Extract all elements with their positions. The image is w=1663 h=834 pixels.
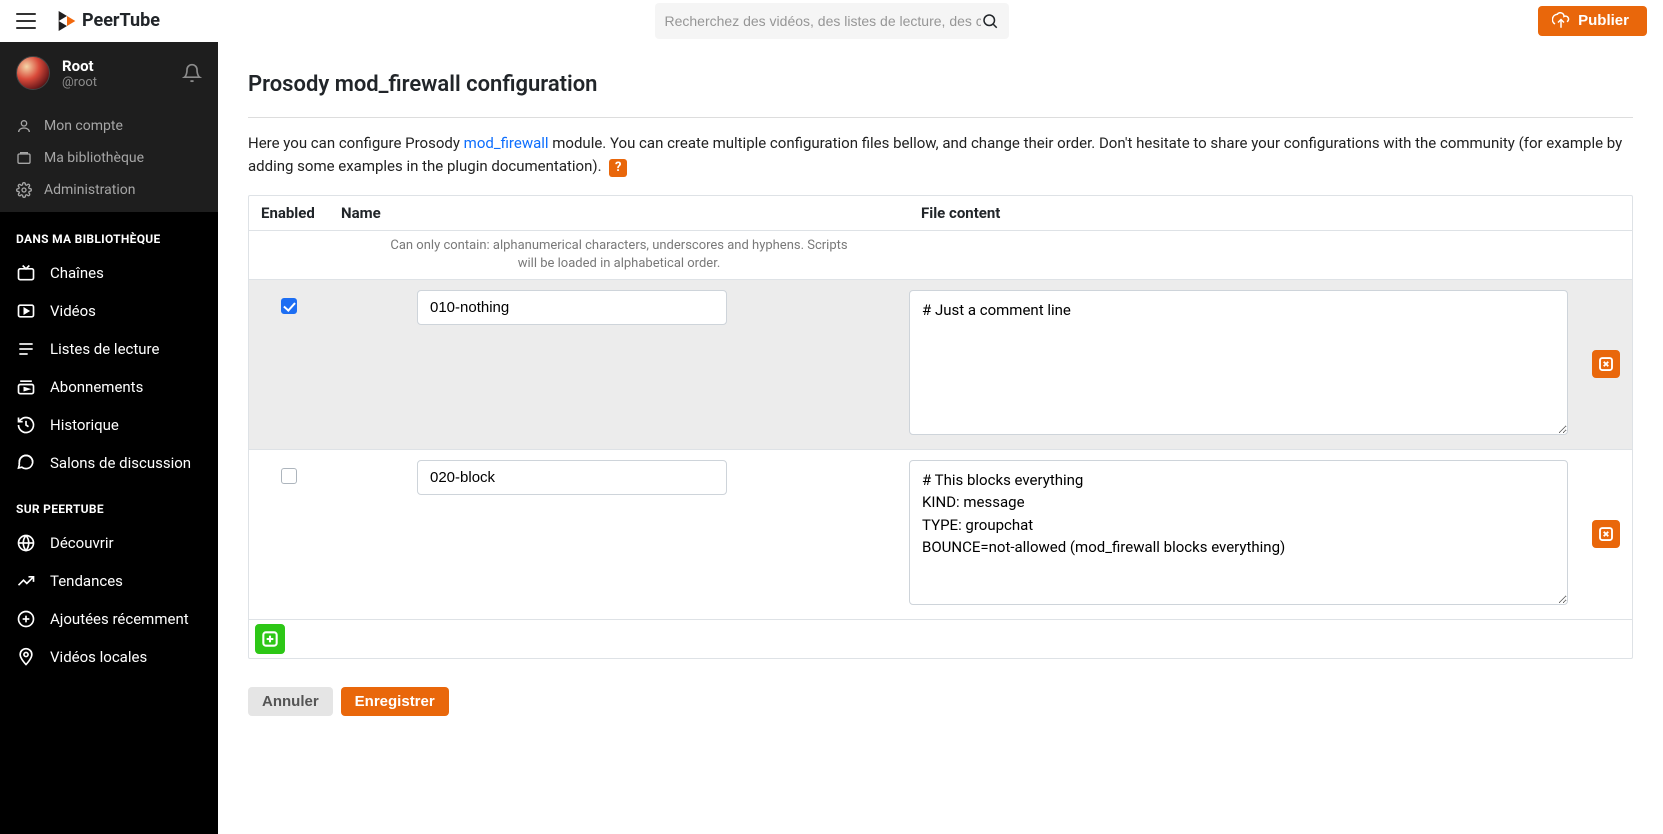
sidebar-item-label: Abonnements [50, 378, 143, 396]
bell-icon[interactable] [182, 63, 202, 83]
avatar [16, 56, 50, 90]
content-textarea[interactable] [909, 290, 1568, 435]
add-row-button[interactable] [255, 624, 285, 654]
sidebar-item-label: Administration [44, 182, 135, 198]
col-header-content: File content [909, 196, 1580, 230]
table-row [249, 450, 1632, 620]
publish-button[interactable]: Publier [1538, 6, 1647, 36]
user-text: Root @root [62, 57, 170, 90]
sidebar-item-videos[interactable]: Vidéos [0, 292, 218, 330]
sidebar-item-trending[interactable]: Tendances [0, 562, 218, 600]
account-menu: Mon compte Ma bibliothèque Administratio… [0, 104, 218, 212]
content-textarea[interactable] [909, 460, 1568, 605]
sidebar-item-label: Ma bibliothèque [44, 150, 144, 166]
name-input[interactable] [417, 460, 727, 495]
plus-icon [260, 629, 280, 649]
intro-text: Here you can configure Prosody mod_firew… [248, 132, 1633, 179]
user-handle: @root [62, 75, 170, 90]
sidebar-item-label: Chaînes [50, 264, 104, 282]
table-row [249, 280, 1632, 450]
mod-firewall-link[interactable]: mod_firewall [464, 134, 549, 152]
close-icon [1597, 525, 1615, 543]
sidebar-item-discover[interactable]: Découvrir [0, 524, 218, 562]
sidebar-item-admin[interactable]: Administration [0, 174, 218, 206]
save-button[interactable]: Enregistrer [341, 687, 449, 716]
history-icon [16, 415, 36, 435]
brand-name: PeerTube [82, 10, 160, 31]
sidebar-item-history[interactable]: Historique [0, 406, 218, 444]
search-box [655, 3, 1009, 39]
search-input[interactable] [665, 13, 981, 29]
sidebar-item-label: Mon compte [44, 118, 123, 134]
sidebar-item-account[interactable]: Mon compte [0, 110, 218, 142]
sidebar-item-label: Listes de lecture [50, 340, 159, 358]
gear-icon [16, 182, 32, 198]
sidebar-item-label: Salons de discussion [50, 454, 191, 472]
subscriptions-icon [16, 377, 36, 397]
sidebar-section-title: DANS MA BIBLIOTHÈQUE [0, 212, 218, 254]
cancel-button[interactable]: Annuler [248, 687, 333, 716]
user-name: Root [62, 57, 170, 75]
help-icon[interactable]: ? [609, 159, 627, 177]
main-content: Prosody mod_firewall configuration Here … [218, 42, 1663, 834]
logo-icon [58, 11, 76, 31]
form-actions: Annuler Enregistrer [248, 687, 1633, 716]
trending-icon [16, 571, 36, 591]
pin-icon [16, 647, 36, 667]
intro-before: Here you can configure Prosody [248, 134, 464, 152]
sidebar-section-title: SUR PEERTUBE [0, 482, 218, 524]
sidebar-item-subscriptions[interactable]: Abonnements [0, 368, 218, 406]
library-icon [16, 150, 32, 166]
close-icon [1597, 355, 1615, 373]
sidebar-item-library[interactable]: Ma bibliothèque [0, 142, 218, 174]
delete-row-button[interactable] [1592, 520, 1620, 548]
delete-row-button[interactable] [1592, 350, 1620, 378]
playlist-icon [16, 339, 36, 359]
page-title: Prosody mod_firewall configuration [248, 72, 1633, 97]
sidebar: Root @root Mon compte Ma bibliothèque Ad… [0, 42, 218, 834]
sidebar-item-label: Vidéos [50, 302, 96, 320]
logo[interactable]: PeerTube [58, 10, 160, 31]
table-header: Enabled Name File content [249, 196, 1632, 231]
col-header-enabled: Enabled [249, 196, 329, 230]
sidebar-item-label: Tendances [50, 572, 123, 590]
hamburger-icon[interactable] [16, 11, 36, 31]
sidebar-item-label: Vidéos locales [50, 648, 147, 666]
divider [248, 117, 1633, 118]
sidebar-item-chatrooms[interactable]: Salons de discussion [0, 444, 218, 482]
sidebar-item-local[interactable]: Vidéos locales [0, 638, 218, 676]
config-table: Enabled Name File content Can only conta… [248, 195, 1633, 659]
user-block[interactable]: Root @root [0, 42, 218, 104]
col-header-name: Name [329, 196, 909, 230]
hint-row: Can only contain: alphanumerical charact… [249, 231, 1632, 280]
channels-icon [16, 263, 36, 283]
hint-text: Can only contain: alphanumerical charact… [329, 231, 909, 279]
upload-icon [1552, 12, 1570, 30]
plus-circle-icon [16, 609, 36, 629]
add-row [249, 620, 1632, 658]
topbar: PeerTube Publier [0, 0, 1663, 42]
search-icon[interactable] [981, 12, 999, 30]
user-icon [16, 118, 32, 134]
name-input[interactable] [417, 290, 727, 325]
enabled-checkbox[interactable] [281, 468, 297, 484]
sidebar-item-channels[interactable]: Chaînes [0, 254, 218, 292]
sidebar-item-playlists[interactable]: Listes de lecture [0, 330, 218, 368]
sidebar-item-label: Découvrir [50, 534, 114, 552]
sidebar-item-label: Ajoutées récemment [50, 610, 189, 628]
chat-icon [16, 453, 36, 473]
video-icon [16, 301, 36, 321]
sidebar-item-label: Historique [50, 416, 119, 434]
enabled-checkbox[interactable] [281, 298, 297, 314]
sidebar-item-recent[interactable]: Ajoutées récemment [0, 600, 218, 638]
publish-label: Publier [1578, 12, 1629, 29]
globe-icon [16, 533, 36, 553]
